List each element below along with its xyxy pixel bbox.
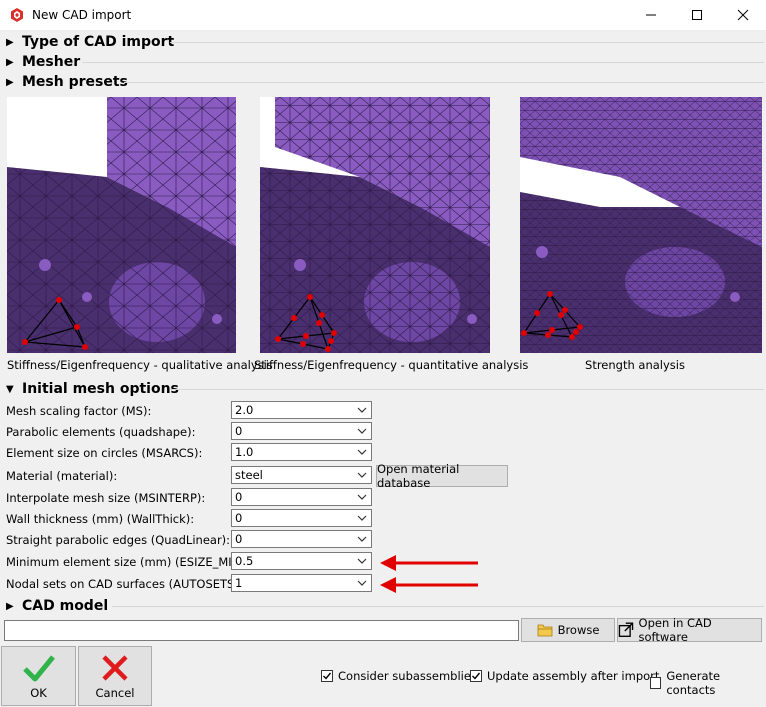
- material-select[interactable]: steel: [231, 466, 372, 484]
- checkbox-label: Consider subassemblies: [338, 669, 477, 683]
- update-assembly-checkbox[interactable]: Update assembly after import: [470, 669, 659, 683]
- preset-image-strength[interactable]: [520, 97, 762, 353]
- red-arrow-annotation-icon: [380, 555, 478, 571]
- window-title: New CAD import: [32, 8, 132, 22]
- section-title: Mesher: [22, 54, 81, 70]
- checkmark-icon: [22, 654, 55, 681]
- browse-button[interactable]: Browse: [521, 618, 615, 642]
- select-value: 0: [235, 424, 243, 438]
- ok-button[interactable]: OK: [1, 646, 76, 706]
- title-bar: New CAD import: [0, 0, 766, 30]
- divider: [170, 389, 764, 390]
- close-icon: [737, 9, 749, 21]
- nodal-sets-select[interactable]: 1: [231, 574, 372, 592]
- option-label: Nodal sets on CAD surfaces (AUTOSETS):: [6, 577, 243, 591]
- divider: [112, 606, 764, 607]
- chevron-down-icon: [357, 428, 367, 434]
- section-title: Initial mesh options: [22, 381, 179, 397]
- section-mesher[interactable]: ▶ Mesher: [6, 53, 80, 71]
- preset-image-qualitative[interactable]: [7, 97, 236, 353]
- button-label: OK: [30, 685, 47, 700]
- button-label: Open in CAD software: [638, 616, 712, 644]
- chevron-down-icon: [357, 515, 367, 521]
- collapse-triangle-icon: ▼: [6, 383, 14, 395]
- checkbox-label: Update assembly after import: [487, 669, 660, 683]
- open-in-cad-software-button[interactable]: Open in CAD software: [617, 616, 762, 644]
- folder-icon: [537, 624, 552, 637]
- chevron-down-icon: [357, 536, 367, 542]
- chevron-down-icon: [357, 558, 367, 564]
- section-title: Type of CAD import: [22, 34, 175, 50]
- chevron-down-icon: [357, 580, 367, 586]
- button-label: Browse: [557, 623, 600, 637]
- option-label: Straight parabolic edges (QuadLinear):: [6, 533, 231, 547]
- section-initial-mesh-options[interactable]: ▼ Initial mesh options: [6, 380, 179, 398]
- check-icon: [323, 672, 332, 680]
- select-value: 0: [235, 532, 243, 546]
- select-value: steel: [235, 468, 263, 482]
- x-mark-icon: [102, 654, 128, 681]
- wall-thickness-select[interactable]: 0: [231, 509, 372, 527]
- parabolic-elements-select[interactable]: 0: [231, 422, 372, 440]
- minimum-element-size-select[interactable]: 0.5: [231, 552, 372, 570]
- select-value: 1: [235, 576, 243, 590]
- external-open-icon: [618, 622, 634, 637]
- expand-triangle-icon: ▶: [6, 36, 14, 48]
- option-label: Mesh scaling factor (MS):: [6, 404, 152, 418]
- divider: [82, 62, 764, 63]
- close-button[interactable]: [720, 0, 766, 30]
- chevron-down-icon: [357, 494, 367, 500]
- cad-file-path-input[interactable]: [4, 620, 519, 641]
- select-value: 0.5: [235, 554, 254, 568]
- checkbox-box: [321, 670, 333, 682]
- option-label: Wall thickness (mm) (WallThick):: [6, 512, 195, 526]
- red-arrow-annotation-icon: [380, 577, 478, 593]
- select-value: 0: [235, 490, 243, 504]
- preset-caption: Strength analysis: [585, 358, 685, 372]
- maximize-icon: [692, 10, 702, 20]
- chevron-down-icon: [357, 472, 367, 478]
- section-title: CAD model: [22, 598, 109, 614]
- chevron-down-icon: [357, 449, 367, 455]
- section-cad-model[interactable]: ▶ CAD model: [6, 597, 108, 615]
- option-label: Minimum element size (mm) (ESIZE_MIN):: [6, 555, 249, 569]
- option-label: Material (material):: [6, 469, 118, 483]
- option-label: Element size on circles (MSARCS):: [6, 446, 203, 460]
- open-material-database-button[interactable]: Open material database: [376, 462, 508, 490]
- mesh-scaling-factor-select[interactable]: 2.0: [231, 401, 372, 419]
- minimize-button[interactable]: [628, 0, 674, 30]
- button-label: Cancel: [95, 685, 135, 700]
- divider: [124, 82, 764, 83]
- minimize-icon: [646, 14, 656, 16]
- cancel-button[interactable]: Cancel: [78, 646, 152, 706]
- checkbox-label: Generate contacts: [666, 669, 721, 697]
- option-label: Parabolic elements (quadshape):: [6, 425, 196, 439]
- checkbox-box: [650, 677, 662, 689]
- divider: [170, 42, 764, 43]
- interpolate-mesh-size-select[interactable]: 0: [231, 488, 372, 506]
- preset-image-quantitative[interactable]: [260, 97, 490, 353]
- checkbox-box: [470, 670, 482, 682]
- select-value: 0: [235, 511, 243, 525]
- button-label: Open material database: [377, 462, 460, 490]
- select-value: 1.0: [235, 445, 254, 459]
- generate-contacts-checkbox[interactable]: Generate contacts: [650, 669, 766, 697]
- preset-caption: Stiffness/Eigenfrequency - qualitative a…: [7, 358, 273, 372]
- consider-subassemblies-checkbox[interactable]: Consider subassemblies: [321, 669, 477, 683]
- option-label: Interpolate mesh size (MSINTERP):: [6, 491, 206, 505]
- preset-caption: Stiffness/Eigenfrequency - quantitative …: [254, 358, 529, 372]
- expand-triangle-icon: ▶: [6, 56, 14, 68]
- straight-parabolic-edges-select[interactable]: 0: [231, 530, 372, 548]
- check-icon: [472, 672, 481, 680]
- section-mesh-presets[interactable]: ▶ Mesh presets: [6, 73, 128, 91]
- element-size-circles-select[interactable]: 1.0: [231, 443, 372, 461]
- select-value: 2.0: [235, 403, 254, 417]
- chevron-down-icon: [357, 407, 367, 413]
- maximize-button[interactable]: [674, 0, 720, 30]
- app-logo-icon: [11, 8, 23, 22]
- section-type-of-cad-import[interactable]: ▶ Type of CAD import: [6, 33, 174, 51]
- expand-triangle-icon: ▶: [6, 600, 14, 612]
- expand-triangle-icon: ▶: [6, 76, 14, 88]
- section-title: Mesh presets: [22, 74, 128, 90]
